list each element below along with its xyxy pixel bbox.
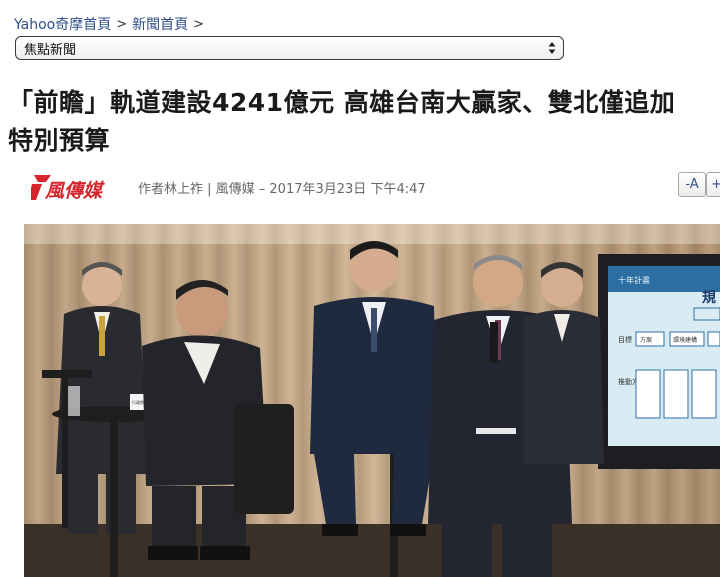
press-conference-image: 十年計畫 規 目標 方案 環境建構 推動方向 行政院 林全院長 bbox=[24, 224, 720, 577]
select-arrows-icon bbox=[548, 42, 556, 54]
article-byline: 作者林上祚 | 風傳媒 – 2017年3月23日 下午4:47 bbox=[138, 182, 426, 197]
svg-text:目標: 目標 bbox=[618, 335, 632, 344]
breadcrumb-separator: > bbox=[116, 16, 128, 32]
font-increase-button[interactable]: +A bbox=[706, 172, 720, 197]
article-title: 「前瞻」軌道建設4241億元 高雄台南大贏家、雙北僅追加 特別預算 bbox=[8, 84, 720, 160]
section-select-value: 焦點新聞 bbox=[24, 42, 77, 58]
svg-text:方案: 方案 bbox=[640, 336, 652, 344]
svg-text:規: 規 bbox=[702, 290, 716, 306]
article-title-line-1: 「前瞻」軌道建設4241億元 高雄台南大贏家、雙北僅追加 bbox=[8, 88, 676, 117]
article-title-line-2: 特別預算 bbox=[8, 126, 111, 155]
svg-text:環境建構: 環境建構 bbox=[673, 336, 697, 344]
source-logo[interactable]: 風傳媒 bbox=[28, 172, 105, 202]
breadcrumb-yahoo-home[interactable]: Yahoo奇摩首頁 bbox=[14, 14, 111, 34]
storm-media-logo-icon: 風傳媒 bbox=[28, 175, 105, 202]
source-logo-text: 風傳媒 bbox=[44, 180, 105, 202]
breadcrumb-news-home[interactable]: 新聞首頁 bbox=[132, 14, 188, 34]
section-select[interactable]: 焦點新聞 bbox=[15, 36, 564, 60]
svg-text:十年計畫: 十年計畫 bbox=[618, 275, 650, 285]
article-photo: 十年計畫 規 目標 方案 環境建構 推動方向 行政院 林全院長 bbox=[24, 224, 720, 577]
breadcrumb-separator: > bbox=[193, 16, 205, 32]
breadcrumb: Yahoo奇摩首頁 > 新聞首頁 > bbox=[14, 14, 209, 34]
font-decrease-button[interactable]: -A bbox=[678, 172, 706, 197]
